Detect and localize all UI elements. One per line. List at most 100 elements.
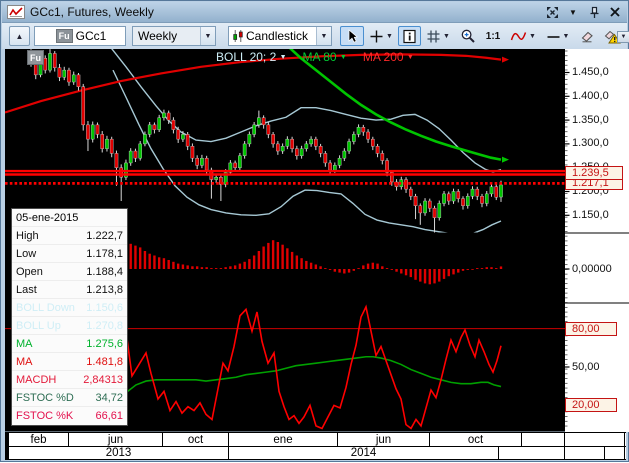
tooltip-value: 66,61: [95, 410, 123, 422]
chart-area[interactable]: BOLL 20; 2 ▼ MA 80 ▼ MA 200 ▼ Fu 05-ene-…: [1, 49, 629, 463]
tooltip-value: 34,72: [95, 392, 123, 404]
year-row: 2013 2014: [5, 447, 626, 460]
tooltip-row: MACDH 2,84313: [12, 371, 127, 389]
price-tick-label: 1.150,0: [572, 208, 609, 221]
eraser-tool-button[interactable]: [576, 26, 598, 46]
tooltip-label: Open: [16, 266, 43, 278]
pin-icon[interactable]: [585, 4, 603, 20]
price-tick-label: 1.400,0: [572, 89, 609, 102]
ma200-dropdown-arrow-icon: ▼: [406, 54, 414, 61]
stoch-level-label: 20,00: [565, 398, 617, 413]
magnifier-icon: [461, 29, 475, 43]
tooltip-value: 1.178,1: [86, 248, 123, 260]
chart-window: GCc1, Futures, Weekly ▼ ▲ Fu GCc1 Weekly…: [0, 0, 629, 462]
eraser-icon: [581, 31, 593, 43]
tooltip-row: MA 1.275,6: [12, 335, 127, 353]
chart-style-dropdown-arrow-icon: ▼: [316, 27, 331, 45]
tooltip-row: FSTOC %K 66,61: [12, 407, 127, 425]
tooltip-label: MA: [16, 356, 33, 368]
indicators-tool-button[interactable]: ▼: [507, 26, 539, 46]
period-value: Weekly: [138, 29, 178, 43]
cursor-tool-button[interactable]: [340, 26, 364, 46]
year-cell: 2013: [9, 447, 229, 459]
titlebar: GCc1, Futures, Weekly ▼: [2, 2, 627, 23]
app-chart-icon: [7, 5, 25, 19]
info-icon: [403, 29, 416, 43]
window-title: GCc1, Futures, Weekly: [30, 5, 154, 19]
line-tool-button[interactable]: ▼: [542, 26, 573, 46]
tooltip-label: BOLL Down: [16, 302, 75, 314]
tooltip-row: BOLL Down 1.150,6: [12, 299, 127, 317]
instrument-badge: Fu: [27, 50, 44, 65]
crosshair-icon: [370, 30, 383, 42]
price-tick-label: 1.350,0: [572, 113, 609, 126]
period-select[interactable]: Weekly ▼: [132, 26, 216, 46]
year-cell: [499, 447, 565, 459]
panel-scroll-arrow-icon: ▼: [620, 34, 627, 40]
titlebar-menu-arrow-icon[interactable]: ▼: [564, 4, 582, 20]
month-cell: feb: [9, 433, 69, 446]
tooltip-value: 1.150,6: [86, 302, 123, 314]
legend-boll[interactable]: BOLL 20; 2 ▼: [216, 50, 287, 64]
boll-dropdown-arrow-icon: ▼: [279, 54, 287, 61]
grid-icon: [427, 30, 440, 42]
trendline-icon: [547, 35, 560, 38]
info-tool-button[interactable]: [398, 26, 421, 46]
tooltip-label: BOLL Up: [16, 320, 61, 332]
tooltip-value: 1.481,8: [86, 356, 123, 368]
tooltip-label: Low: [16, 248, 37, 260]
instrument-type-badge: Fu: [55, 29, 73, 43]
tooltip-row: Low 1.178,1: [12, 245, 127, 263]
zoom-tool-button[interactable]: [457, 26, 479, 46]
data-tooltip: 05-ene-2015 High 1.222,7 Low 1.178,1 Open 1.1…: [11, 208, 128, 426]
year-cell: 2014: [229, 447, 499, 459]
tooltip-label: MACDH: [16, 374, 57, 386]
tooltip-row: FSTOC %D 34,72: [12, 389, 127, 407]
legend-ma80[interactable]: MA 80 ▼: [303, 50, 347, 64]
month-cell: jun: [69, 433, 163, 446]
symbol-value: GCc1: [75, 29, 107, 43]
stoch-level-label: 80,00: [565, 321, 617, 336]
tooltip-value: 1.275,6: [86, 338, 123, 350]
price-tick-label: 1.300,0: [572, 137, 609, 150]
legend-ma200[interactable]: MA 200 ▼: [363, 50, 414, 64]
tooltip-row: MA 1.481,8: [12, 353, 127, 371]
stoch-tick-label: 50,00: [572, 360, 600, 373]
price-tick-label: 1.450,0: [572, 66, 609, 78]
indicator-squiggle-icon: [510, 32, 527, 41]
month-cell: jun: [338, 433, 430, 446]
crosshair-tool-button[interactable]: ▼: [366, 26, 396, 46]
month-row: feb jun oct ene jun oct: [5, 432, 626, 447]
tooltip-value: 2,84313: [83, 374, 123, 386]
month-cell: oct: [430, 433, 522, 446]
month-cell: [565, 433, 625, 446]
chart-style-select[interactable]: Candlestick ▼: [228, 26, 332, 46]
period-dropdown-arrow-icon: ▼: [200, 27, 215, 45]
year-cell: [565, 447, 605, 459]
symbol-input[interactable]: Fu GCc1: [34, 26, 126, 46]
indicator-legend: BOLL 20; 2 ▼ MA 80 ▼ MA 200 ▼: [216, 50, 414, 64]
alert-price-label[interactable]: 1.239,5: [565, 165, 623, 180]
year-cell: [605, 447, 625, 459]
macd-zero-label: 0,00000: [572, 262, 612, 275]
tooltip-label: Last: [16, 284, 37, 296]
tooltip-value: 1.270,8: [86, 320, 123, 332]
ma80-dropdown-arrow-icon: ▼: [339, 54, 347, 61]
tooltip-row: Open 1.188,4: [12, 263, 127, 281]
tooltip-date: 05-ene-2015: [16, 212, 79, 224]
tooltip-value: 1.213,8: [86, 284, 123, 296]
tooltip-date-row: 05-ene-2015: [12, 209, 127, 227]
month-cell: oct: [163, 433, 229, 446]
month-cell: [522, 433, 565, 446]
collapse-toolbar-button[interactable]: ▲: [9, 26, 30, 46]
panel-scroll-button[interactable]: ▼: [617, 31, 629, 43]
close-icon[interactable]: [606, 4, 624, 20]
cursor-icon: [348, 29, 359, 43]
grid-tool-button[interactable]: ▼: [423, 26, 453, 46]
toolbar: ▲ Fu GCc1 Weekly ▼ Candlestick ▼ ▼ ▼ 1:1…: [2, 23, 629, 49]
tooltip-row: High 1.222,7: [12, 227, 127, 245]
tooltip-row: BOLL Up 1.270,8: [12, 317, 127, 335]
one-to-one-button[interactable]: 1:1: [481, 26, 505, 46]
chart-style-value: Candlestick: [246, 29, 309, 43]
fullscreen-button[interactable]: [543, 4, 561, 20]
